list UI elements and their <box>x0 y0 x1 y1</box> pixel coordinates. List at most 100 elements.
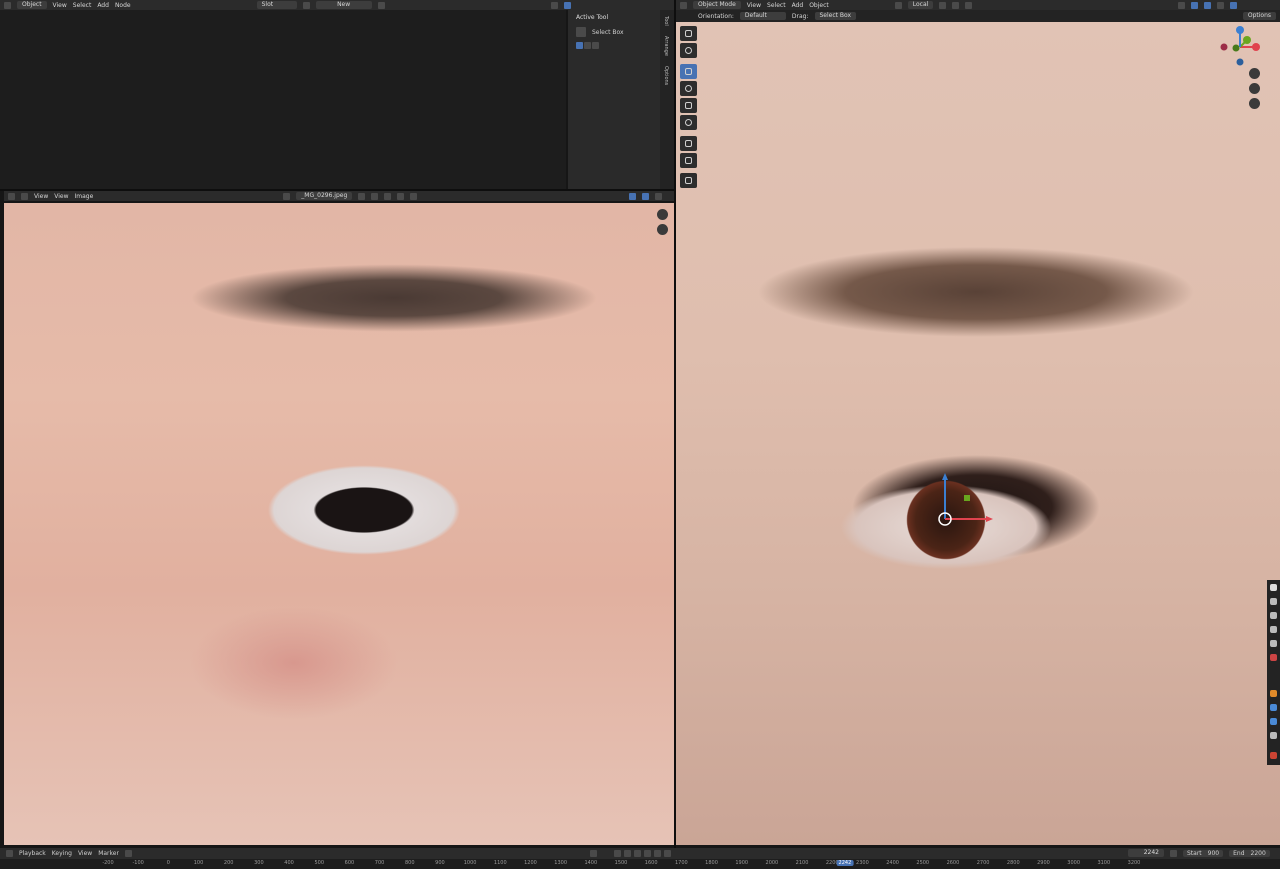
world-props-icon[interactable] <box>1270 654 1277 661</box>
reference-photo-eye[interactable] <box>4 203 674 845</box>
play-icon[interactable] <box>644 850 651 857</box>
scale-icon[interactable] <box>680 98 697 113</box>
jump-end-icon[interactable] <box>664 850 671 857</box>
move-icon[interactable] <box>680 64 697 79</box>
node-editor-canvas[interactable] <box>0 10 566 191</box>
gizmo-toggle-icon[interactable] <box>629 192 637 200</box>
timeline-menu-keying[interactable]: Keying <box>52 850 72 857</box>
mode-subtract-icon[interactable] <box>592 42 599 49</box>
object-mode-dropdown[interactable]: Object Mode <box>693 1 741 9</box>
overlay-icon[interactable] <box>1204 1 1212 9</box>
timeline-menu-playback[interactable]: Playback <box>19 850 46 857</box>
modifier-props-icon[interactable] <box>1270 704 1277 711</box>
pan-hand-icon[interactable] <box>1249 83 1260 94</box>
keyframe-icon[interactable] <box>124 850 132 857</box>
viewport-menu-view[interactable]: View <box>747 2 761 9</box>
cursor-icon[interactable] <box>680 43 697 58</box>
area-divider-horizontal[interactable] <box>0 189 674 191</box>
navigation-gizmo[interactable] <box>1218 24 1264 70</box>
menu-add[interactable]: Add <box>97 2 109 9</box>
pin-icon[interactable] <box>410 192 418 200</box>
gizmo-z-dot[interactable] <box>1236 26 1244 34</box>
select-icon[interactable] <box>680 26 697 41</box>
image-browse-icon[interactable] <box>283 192 291 200</box>
gizmo-neg-x-dot[interactable] <box>1220 43 1228 51</box>
start-frame-field[interactable]: Start 900 <box>1183 849 1224 857</box>
current-frame-marker[interactable]: 2242 <box>836 860 854 866</box>
gizmo-y-dot[interactable] <box>1243 36 1251 44</box>
timeline-editor-icon[interactable] <box>6 850 13 857</box>
camera-view-icon[interactable] <box>1249 98 1260 109</box>
overlay-toggle-icon[interactable] <box>642 192 650 200</box>
snap-icon[interactable] <box>952 1 960 9</box>
measure-icon[interactable] <box>680 153 697 168</box>
jump-start-icon[interactable] <box>614 850 621 857</box>
new-material-button[interactable]: New <box>315 1 372 9</box>
timeline-menu-marker[interactable]: Marker <box>98 850 119 857</box>
editor-type-icon[interactable] <box>680 1 687 9</box>
end-frame-field[interactable]: End 2200 <box>1229 849 1270 857</box>
tab-options[interactable]: Options <box>663 66 669 85</box>
image-filename-field[interactable]: _MG_0296.jpeg <box>296 192 353 200</box>
options-dropdown[interactable]: Options <box>1242 12 1276 20</box>
rotate-icon[interactable] <box>680 81 697 96</box>
physics-props-icon[interactable] <box>1270 718 1277 725</box>
render-preview-icon[interactable] <box>550 1 558 9</box>
output-props-icon[interactable] <box>1270 612 1277 619</box>
tab-arrange[interactable]: Arrange <box>663 36 669 56</box>
shading-render-icon[interactable] <box>1230 1 1238 9</box>
gizmo-x-dot[interactable] <box>1252 43 1260 51</box>
menu-view[interactable]: View <box>53 2 67 9</box>
zoom-icon[interactable] <box>1249 68 1260 79</box>
mode-set-icon[interactable] <box>576 42 583 49</box>
timeline-menu-view[interactable]: View <box>78 850 92 857</box>
play-reverse-icon[interactable] <box>634 850 641 857</box>
mode-dropdown[interactable]: Object <box>17 1 47 9</box>
viewport-menu-add[interactable]: Add <box>792 2 804 9</box>
new-image-icon[interactable] <box>371 192 379 200</box>
texture-props-icon[interactable] <box>1270 752 1277 759</box>
current-frame-field[interactable]: 2242 <box>1128 849 1164 857</box>
fake-user-icon[interactable] <box>358 192 366 200</box>
gizmo-xz-plane[interactable] <box>964 495 970 501</box>
viewport-menu-object[interactable]: Object <box>809 2 829 9</box>
viewport-render-eye[interactable] <box>676 22 1280 845</box>
view-layer-icon[interactable] <box>1270 626 1277 633</box>
next-keyframe-icon[interactable] <box>654 850 661 857</box>
transform-orientation-icon[interactable] <box>894 1 902 9</box>
editor-type-icon[interactable] <box>4 1 11 9</box>
add-cube-icon[interactable] <box>680 173 697 188</box>
gizmo-neg-z-dot[interactable] <box>1236 58 1244 66</box>
annotate-icon[interactable] <box>680 136 697 151</box>
record-icon[interactable] <box>590 850 597 857</box>
clock-icon[interactable] <box>1170 849 1177 857</box>
tab-tool[interactable]: Tool <box>663 16 669 26</box>
shield-icon[interactable] <box>302 1 310 9</box>
shading-solid-icon[interactable] <box>1217 1 1225 9</box>
timeline-ruler[interactable]: -200 -100 0 100 200 300 400 500 600 700 800 900 1000… <box>0 859 1280 869</box>
orientation-dropdown[interactable]: Default <box>739 12 786 20</box>
menu-node[interactable]: Node <box>115 2 131 9</box>
viewport-menu-select[interactable]: Select <box>767 2 786 9</box>
menu-select[interactable]: Select <box>73 2 92 9</box>
mode-extend-icon[interactable] <box>584 42 591 49</box>
image-menu-view-2[interactable]: View <box>54 193 68 200</box>
slot-dropdown[interactable]: Slot <box>256 1 297 9</box>
open-image-icon[interactable] <box>384 192 392 200</box>
proportional-edit-icon[interactable] <box>965 1 973 9</box>
object-props-icon[interactable] <box>1270 690 1277 697</box>
gizmo-neg-y-dot[interactable] <box>1232 44 1240 52</box>
transform-orientation-dropdown[interactable]: Local <box>907 1 934 9</box>
pin-icon[interactable] <box>377 1 385 9</box>
pan-hand-icon[interactable] <box>657 224 668 235</box>
editor-type-icon[interactable] <box>8 192 15 200</box>
object-transform-gizmo[interactable] <box>930 470 1000 530</box>
tool-props-icon[interactable] <box>1270 584 1277 591</box>
prev-keyframe-icon[interactable] <box>624 850 631 857</box>
gizmo-icon[interactable] <box>1191 1 1199 9</box>
image-menu-image[interactable]: Image <box>75 193 94 200</box>
image-menu-view[interactable]: View <box>34 193 48 200</box>
active-tool-section-title[interactable]: Active Tool <box>576 14 608 21</box>
pivot-icon[interactable] <box>939 1 947 9</box>
render-props-icon[interactable] <box>1270 598 1277 605</box>
